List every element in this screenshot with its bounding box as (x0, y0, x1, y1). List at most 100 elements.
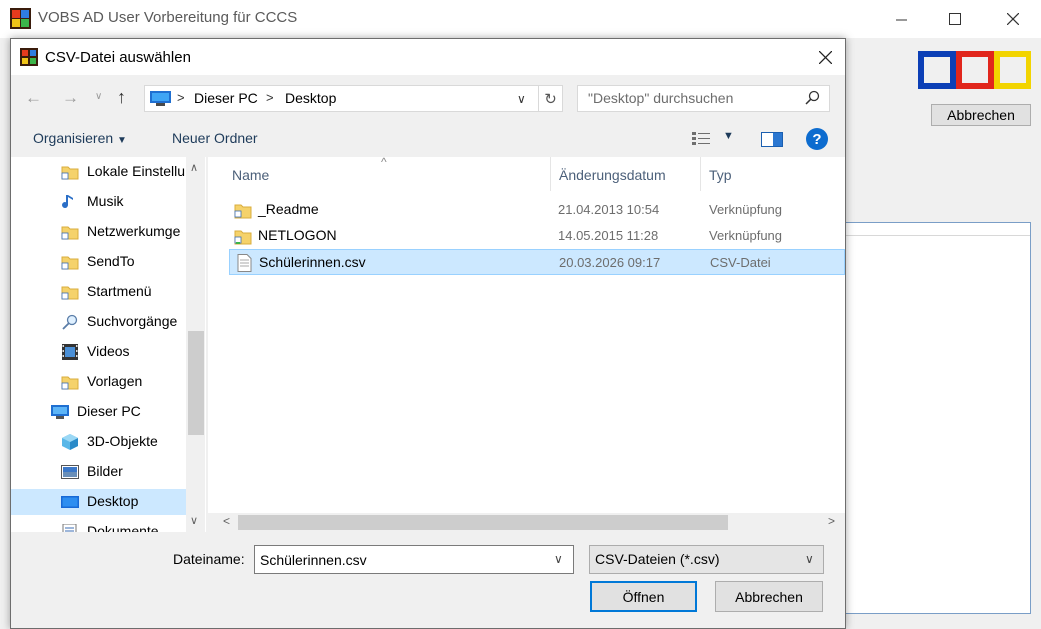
file-list[interactable]: ^ Name Änderungsdatum Typ _Readme 21.04.… (208, 157, 845, 532)
nav-item-sendto[interactable]: SendTo (11, 249, 186, 275)
breadcrumb-separator-icon[interactable]: > (266, 90, 274, 105)
forward-button[interactable]: → (62, 88, 79, 108)
recent-locations-button[interactable]: ∨ (95, 91, 102, 102)
maximize-button[interactable] (932, 0, 978, 38)
help-icon[interactable]: ? (806, 128, 828, 150)
file-name: NETLOGON (258, 227, 337, 243)
main-list-box[interactable] (838, 222, 1031, 614)
nav-item-label: Dokumente (87, 523, 159, 532)
horizontal-scrollbar[interactable]: < > (208, 513, 845, 532)
folder-shortcut-icon (61, 166, 79, 180)
main-cancel-button[interactable]: Abbrechen (931, 104, 1031, 126)
nav-item-label: SendTo (87, 253, 135, 269)
close-icon (818, 50, 832, 64)
nav-item-startmenue[interactable]: Startmenü (11, 279, 186, 305)
nav-item-suchvorgaenge[interactable]: Suchvorgänge (11, 309, 186, 335)
search-placeholder: "Desktop" durchsuchen (588, 90, 734, 106)
caret-down-icon: ▼ (117, 135, 127, 146)
chevron-down-icon[interactable]: ∨ (190, 514, 198, 527)
up-button[interactable]: ↑ (117, 87, 126, 108)
nav-item-label: Dieser PC (77, 403, 141, 419)
chevron-down-icon[interactable]: ∨ (517, 92, 526, 106)
chevron-down-icon: ∨ (805, 552, 814, 566)
app-icon (20, 48, 38, 66)
nav-item-netzwerkumgebung[interactable]: Netzwerkumge (11, 219, 186, 245)
open-button[interactable]: Öffnen (590, 581, 697, 612)
filename-input[interactable]: Schülerinnen.csv ∨ (254, 545, 574, 574)
nav-item-dokumente[interactable]: Dokumente (11, 519, 186, 532)
main-list-header (839, 223, 1030, 236)
csv-file-icon (237, 254, 252, 272)
column-divider[interactable] (700, 157, 701, 191)
column-type[interactable]: Typ (709, 167, 732, 183)
filename-value: Schülerinnen.csv (260, 552, 367, 568)
preview-pane-icon[interactable] (761, 132, 783, 147)
desktop-icon (61, 496, 79, 508)
folder-shortcut-icon (61, 226, 79, 240)
nav-item-label: Lokale Einstellu (87, 163, 186, 179)
horizontal-scroll-thumb[interactable] (238, 515, 728, 530)
back-button[interactable]: ← (25, 88, 42, 108)
chevron-left-icon[interactable]: < (223, 514, 230, 528)
main-titlebar: VOBS AD User Vorbereitung für CCCS (0, 0, 1041, 38)
column-date[interactable]: Änderungsdatum (559, 167, 666, 183)
nav-item-desktop[interactable]: Desktop (11, 489, 186, 515)
nav-item-videos[interactable]: Videos (11, 339, 186, 365)
computer-icon (51, 405, 69, 419)
search-input[interactable]: "Desktop" durchsuchen (577, 85, 830, 112)
column-divider[interactable] (550, 157, 551, 191)
details-view-icon[interactable] (692, 132, 710, 146)
close-button[interactable] (990, 0, 1036, 38)
file-row[interactable]: NETLOGON 14.05.2015 11:28 Verknüpfung (229, 223, 845, 249)
folder-shortcut-icon (234, 204, 252, 219)
new-folder-button[interactable]: Neuer Ordner (172, 130, 258, 146)
nav-item-label: Startmenü (87, 283, 152, 299)
dialog-title: CSV-Datei auswählen (45, 49, 191, 66)
arrow-right-icon: → (62, 88, 79, 107)
breadcrumb-dieser-pc[interactable]: Dieser PC (194, 90, 258, 106)
search-icon (805, 90, 820, 105)
caret-down-icon[interactable]: ▼ (723, 130, 734, 142)
file-row[interactable]: Schülerinnen.csv 20.03.2026 09:17 CSV-Da… (229, 249, 845, 275)
file-type-filter[interactable]: CSV-Dateien (*.csv) ∨ (589, 545, 824, 574)
address-bar[interactable]: > Dieser PC > Desktop ∨ (144, 85, 539, 112)
folder-shortcut-icon (61, 256, 79, 270)
folder-shortcut-icon (61, 286, 79, 300)
toolbar: Organisieren ▼ Neuer Ordner ▼ ? (11, 123, 845, 155)
minimize-button[interactable] (878, 0, 924, 38)
nav-scroll-thumb[interactable] (188, 331, 204, 435)
nav-item-vorlagen[interactable]: Vorlagen (11, 369, 186, 395)
refresh-button[interactable]: ↻ (539, 85, 563, 112)
dialog-titlebar: CSV-Datei auswählen (11, 39, 845, 75)
network-folder-icon (234, 230, 252, 245)
column-header: ^ Name Änderungsdatum Typ (208, 157, 845, 195)
close-icon (1007, 13, 1019, 25)
organize-menu[interactable]: Organisieren ▼ (33, 130, 127, 146)
nav-item-label: Netzwerkumge (87, 223, 181, 239)
nav-item-lokale-einstellungen[interactable]: Lokale Einstellu (11, 159, 186, 185)
nav-item-label: Videos (87, 343, 130, 359)
chevron-up-icon[interactable]: ∧ (190, 161, 198, 174)
app-icon (10, 8, 31, 29)
chevron-down-icon: ∨ (95, 91, 103, 102)
dialog-close-button[interactable] (811, 45, 839, 69)
breadcrumb-separator-icon[interactable]: > (177, 90, 185, 105)
chevron-down-icon[interactable]: ∨ (554, 552, 563, 566)
nav-item-label: Vorlagen (87, 373, 143, 389)
column-name[interactable]: Name (232, 167, 269, 183)
breadcrumb-desktop[interactable]: Desktop (285, 90, 336, 106)
nav-item-label: Suchvorgänge (87, 313, 178, 329)
file-name: _Readme (258, 201, 319, 217)
file-dialog: CSV-Datei auswählen ← → ∨ ↑ > Dieser PC … (10, 38, 846, 629)
nav-item-musik[interactable]: Musik (11, 189, 186, 215)
nav-item-label: 3D-Objekte (87, 433, 158, 449)
nav-item-bilder[interactable]: Bilder (11, 459, 186, 485)
music-note-icon (62, 195, 73, 209)
file-row[interactable]: _Readme 21.04.2013 10:54 Verknüpfung (229, 197, 845, 223)
chevron-right-icon[interactable]: > (828, 514, 835, 528)
file-type: Verknüpfung (709, 202, 783, 217)
cancel-button[interactable]: Abbrechen (715, 581, 823, 612)
navigation-pane[interactable]: Lokale Einstellu Musik Netzwerkumge Send… (11, 157, 206, 532)
nav-item-3d-objekte[interactable]: 3D-Objekte (11, 429, 186, 455)
nav-item-dieser-pc[interactable]: Dieser PC (11, 399, 186, 425)
